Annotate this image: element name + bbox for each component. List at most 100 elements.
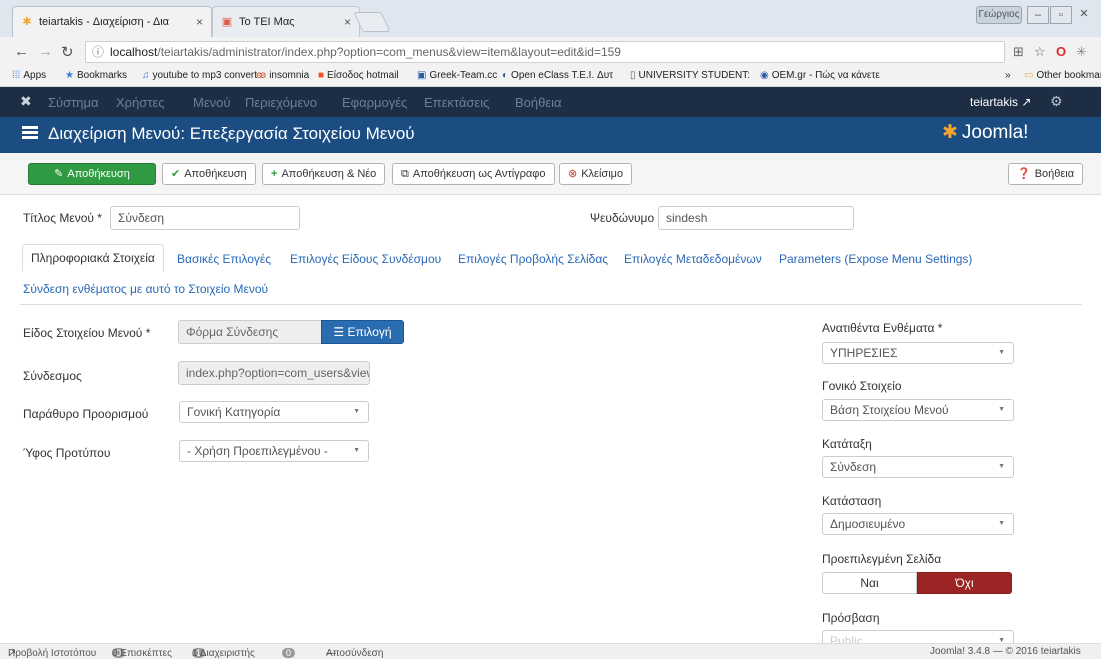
chevron-down-icon: ▼ bbox=[998, 463, 1005, 470]
bookmark-bookmarks[interactable]: ★ Bookmarks bbox=[65, 70, 127, 81]
joomla-favicon-icon: ✱ bbox=[22, 16, 32, 28]
nav-components[interactable]: Εφαρμογές bbox=[342, 95, 407, 110]
list-icon: ☰ bbox=[333, 325, 345, 339]
nav-help[interactable]: Βοήθεια bbox=[515, 95, 562, 110]
chevron-down-icon: ▼ bbox=[998, 520, 1005, 527]
nav-system[interactable]: Σύστημα bbox=[48, 95, 99, 110]
save-button-primary[interactable]: ✎ Αποθήκευση bbox=[28, 163, 156, 185]
access-label: Πρόσβαση bbox=[822, 611, 880, 625]
nav-users[interactable]: Χρήστες bbox=[116, 95, 165, 110]
browser-tab-admin[interactable]: ✱ teiartakis - Διαχείριση - Δια × bbox=[12, 6, 212, 37]
profile-button[interactable]: Γεώργιος bbox=[976, 6, 1022, 24]
info-icon[interactable]: ⓘ bbox=[92, 42, 104, 62]
save-copy-button[interactable]: ⧉ Αποθήκευση ως Αντίγραφο bbox=[392, 163, 555, 185]
save-new-button[interactable]: + Αποθήκευση & Νέο bbox=[262, 163, 386, 185]
status-label: Κατάσταση bbox=[822, 494, 882, 508]
list-icon bbox=[22, 126, 38, 142]
tab-page-display[interactable]: Επιλογές Προβολής Σελίδας bbox=[458, 252, 608, 266]
page-title: Διαχείριση Μενού: Επεξεργασία Στοιχείου … bbox=[48, 124, 415, 143]
template-style-label: Ύφος Προτύπου bbox=[23, 446, 111, 460]
windows-icon: ■ bbox=[318, 70, 325, 81]
plus-icon: + bbox=[271, 168, 278, 180]
back-icon[interactable]: ← bbox=[14, 43, 29, 60]
tab-title: teiartakis - Διαχείριση - Δια bbox=[39, 16, 169, 28]
status-select[interactable]: Δημοσιευμένο ▼ bbox=[822, 513, 1014, 535]
joomla-brand: ✱ Joomla! bbox=[942, 122, 1029, 143]
folder-icon: ▭ bbox=[1024, 70, 1034, 81]
browser-tab-tei[interactable]: ▣ Το ΤΕΙ Μας × bbox=[212, 6, 360, 37]
minimize-icon[interactable]: – bbox=[1027, 6, 1049, 24]
joomla-logo-icon: ✱ bbox=[942, 122, 958, 143]
joomla-logo-icon[interactable]: ✖ bbox=[20, 93, 32, 110]
bookmark-eclass[interactable]: ◐ Open eClass T.E.I. Δυτ bbox=[502, 70, 613, 81]
chevron-down-icon: ▼ bbox=[353, 408, 360, 415]
copy-icon: ⧉ bbox=[401, 168, 409, 180]
url-input[interactable]: ⓘ localhost/teiartakis/administrator/ind… bbox=[85, 41, 1005, 63]
nav-extensions[interactable]: Επεκτάσεις bbox=[424, 95, 489, 110]
default-page-no[interactable]: Όχι bbox=[917, 572, 1012, 594]
close-button[interactable]: ⊗ Κλείσιμο bbox=[559, 163, 633, 185]
page-favicon-icon: ▣ bbox=[221, 16, 233, 28]
reload-icon[interactable]: ↻ bbox=[61, 43, 74, 61]
alias-input[interactable]: sindesh bbox=[658, 206, 854, 230]
bookmark-greekteam[interactable]: ▣ Greek-Team.cc bbox=[417, 70, 497, 81]
help-button[interactable]: ❓ Βοήθεια bbox=[1008, 163, 1084, 185]
gear-icon[interactable]: ⚙ bbox=[1050, 93, 1063, 110]
close-circle-icon: ⊗ bbox=[568, 168, 578, 180]
bookmarks-overflow[interactable]: » bbox=[1005, 70, 1011, 81]
apps-icon: ⁞⁞⁞ bbox=[12, 70, 21, 81]
nav-menus[interactable]: Μενού bbox=[193, 95, 230, 110]
bookmark-university[interactable]: ▯ UNIVERSITY STUDENT: bbox=[630, 70, 750, 81]
tab-module-assignment[interactable]: Σύνδεση ενθέματος με αυτό το Στοιχείο Με… bbox=[23, 282, 268, 296]
bookmark-youtube[interactable]: ♫ youtube to mp3 convert bbox=[142, 70, 257, 81]
extension-icon[interactable]: ✳ bbox=[1076, 44, 1087, 60]
bookmark-apps[interactable]: ⁞⁞⁞ Apps bbox=[12, 70, 46, 81]
tab-link-type[interactable]: Επιλογές Είδους Συνδέσμου bbox=[290, 252, 441, 266]
tab-metadata[interactable]: Επιλογές Μεταδεδομένων bbox=[624, 252, 762, 266]
url-path: /teiartakis/administrator/index.php?opti… bbox=[157, 45, 621, 59]
ordering-label: Κατάταξη bbox=[822, 437, 872, 451]
status-bar: ↗ Προβολή Ιστοτόπου 00 Επισκέπτες 11 Δια… bbox=[0, 643, 1101, 659]
save-button[interactable]: ✔ Αποθήκευση bbox=[162, 163, 256, 185]
menu-select[interactable]: ΥΠΗΡΕΣΙΕΣ ▼ bbox=[822, 342, 1014, 364]
edit-icon: ✎ bbox=[54, 168, 64, 180]
tab-basic-options[interactable]: Βασικές Επιλογές bbox=[177, 252, 271, 266]
bookmark-oem[interactable]: ◉ OEM.gr - Πώς να κάνετε bbox=[760, 70, 880, 81]
close-tab-icon[interactable]: × bbox=[344, 7, 351, 37]
default-page-label: Προεπιλεγμένη Σελίδα bbox=[822, 552, 942, 566]
template-style-select[interactable]: - Χρήση Προεπιλεγμένου - ▼ bbox=[179, 440, 369, 462]
bookmarks-bar: ⁞⁞⁞ Apps ★ Bookmarks ♫ youtube to mp3 conve… bbox=[0, 67, 1101, 87]
parent-item-select[interactable]: Βάση Στοιχείου Μενού ▼ bbox=[822, 399, 1014, 421]
address-bar-row: ← → ↻ ⓘ localhost/teiartakis/administrat… bbox=[0, 37, 1101, 67]
site-user-link[interactable]: teiartakis ↗ bbox=[970, 95, 1031, 109]
page-icon: ▯ bbox=[630, 70, 636, 81]
chevron-down-icon: ▼ bbox=[998, 349, 1005, 356]
other-bookmarks[interactable]: ▭Other bookmarks bbox=[1024, 70, 1101, 81]
external-link-icon: ↗ bbox=[1021, 95, 1032, 109]
ordering-select[interactable]: Σύνδεση ▼ bbox=[822, 456, 1014, 478]
parent-item-label: Γονικό Στοιχείο bbox=[822, 379, 902, 393]
choose-item-type-button[interactable]: ☰ Επιλογή bbox=[321, 320, 404, 344]
eyes-icon: ꙭ bbox=[256, 70, 267, 81]
maximize-icon[interactable]: ▫ bbox=[1050, 6, 1072, 24]
forward-icon[interactable]: → bbox=[38, 43, 53, 60]
question-icon: ❓ bbox=[1017, 168, 1031, 180]
close-window-icon[interactable]: ✕ bbox=[1073, 6, 1095, 24]
music-icon: ♫ bbox=[142, 70, 150, 81]
close-tab-icon[interactable]: × bbox=[196, 7, 203, 37]
nav-content[interactable]: Περιεχόμενο bbox=[245, 95, 317, 110]
tab-details[interactable]: Πληροφοριακά Στοιχεία bbox=[22, 244, 164, 272]
opera-icon[interactable]: O bbox=[1056, 44, 1066, 59]
alias-label: Ψευδώνυμο bbox=[590, 211, 655, 225]
bookmark-insomnia[interactable]: ꙭ insomnia bbox=[256, 70, 309, 81]
default-page-yes[interactable]: Ναι bbox=[822, 572, 917, 594]
translate-icon[interactable]: ⊞ bbox=[1013, 44, 1024, 60]
action-toolbar: ✎ Αποθήκευση ✔ Αποθήκευση + Αποθήκευση & Νέ… bbox=[0, 153, 1101, 195]
page-header: Διαχείριση Μενού: Επεξεργασία Στοιχείου … bbox=[0, 117, 1101, 153]
title-input[interactable]: Σύνδεση bbox=[110, 206, 300, 230]
star-icon[interactable]: ☆ bbox=[1034, 44, 1046, 60]
target-window-select[interactable]: Γονική Κατηγορία ▼ bbox=[179, 401, 369, 423]
bookmark-hotmail[interactable]: ■ Είσοδος hotmail bbox=[318, 70, 399, 81]
item-type-label: Είδος Στοιχείου Μενού * bbox=[23, 326, 151, 340]
tab-parameters[interactable]: Parameters (Expose Menu Settings) bbox=[779, 252, 972, 266]
